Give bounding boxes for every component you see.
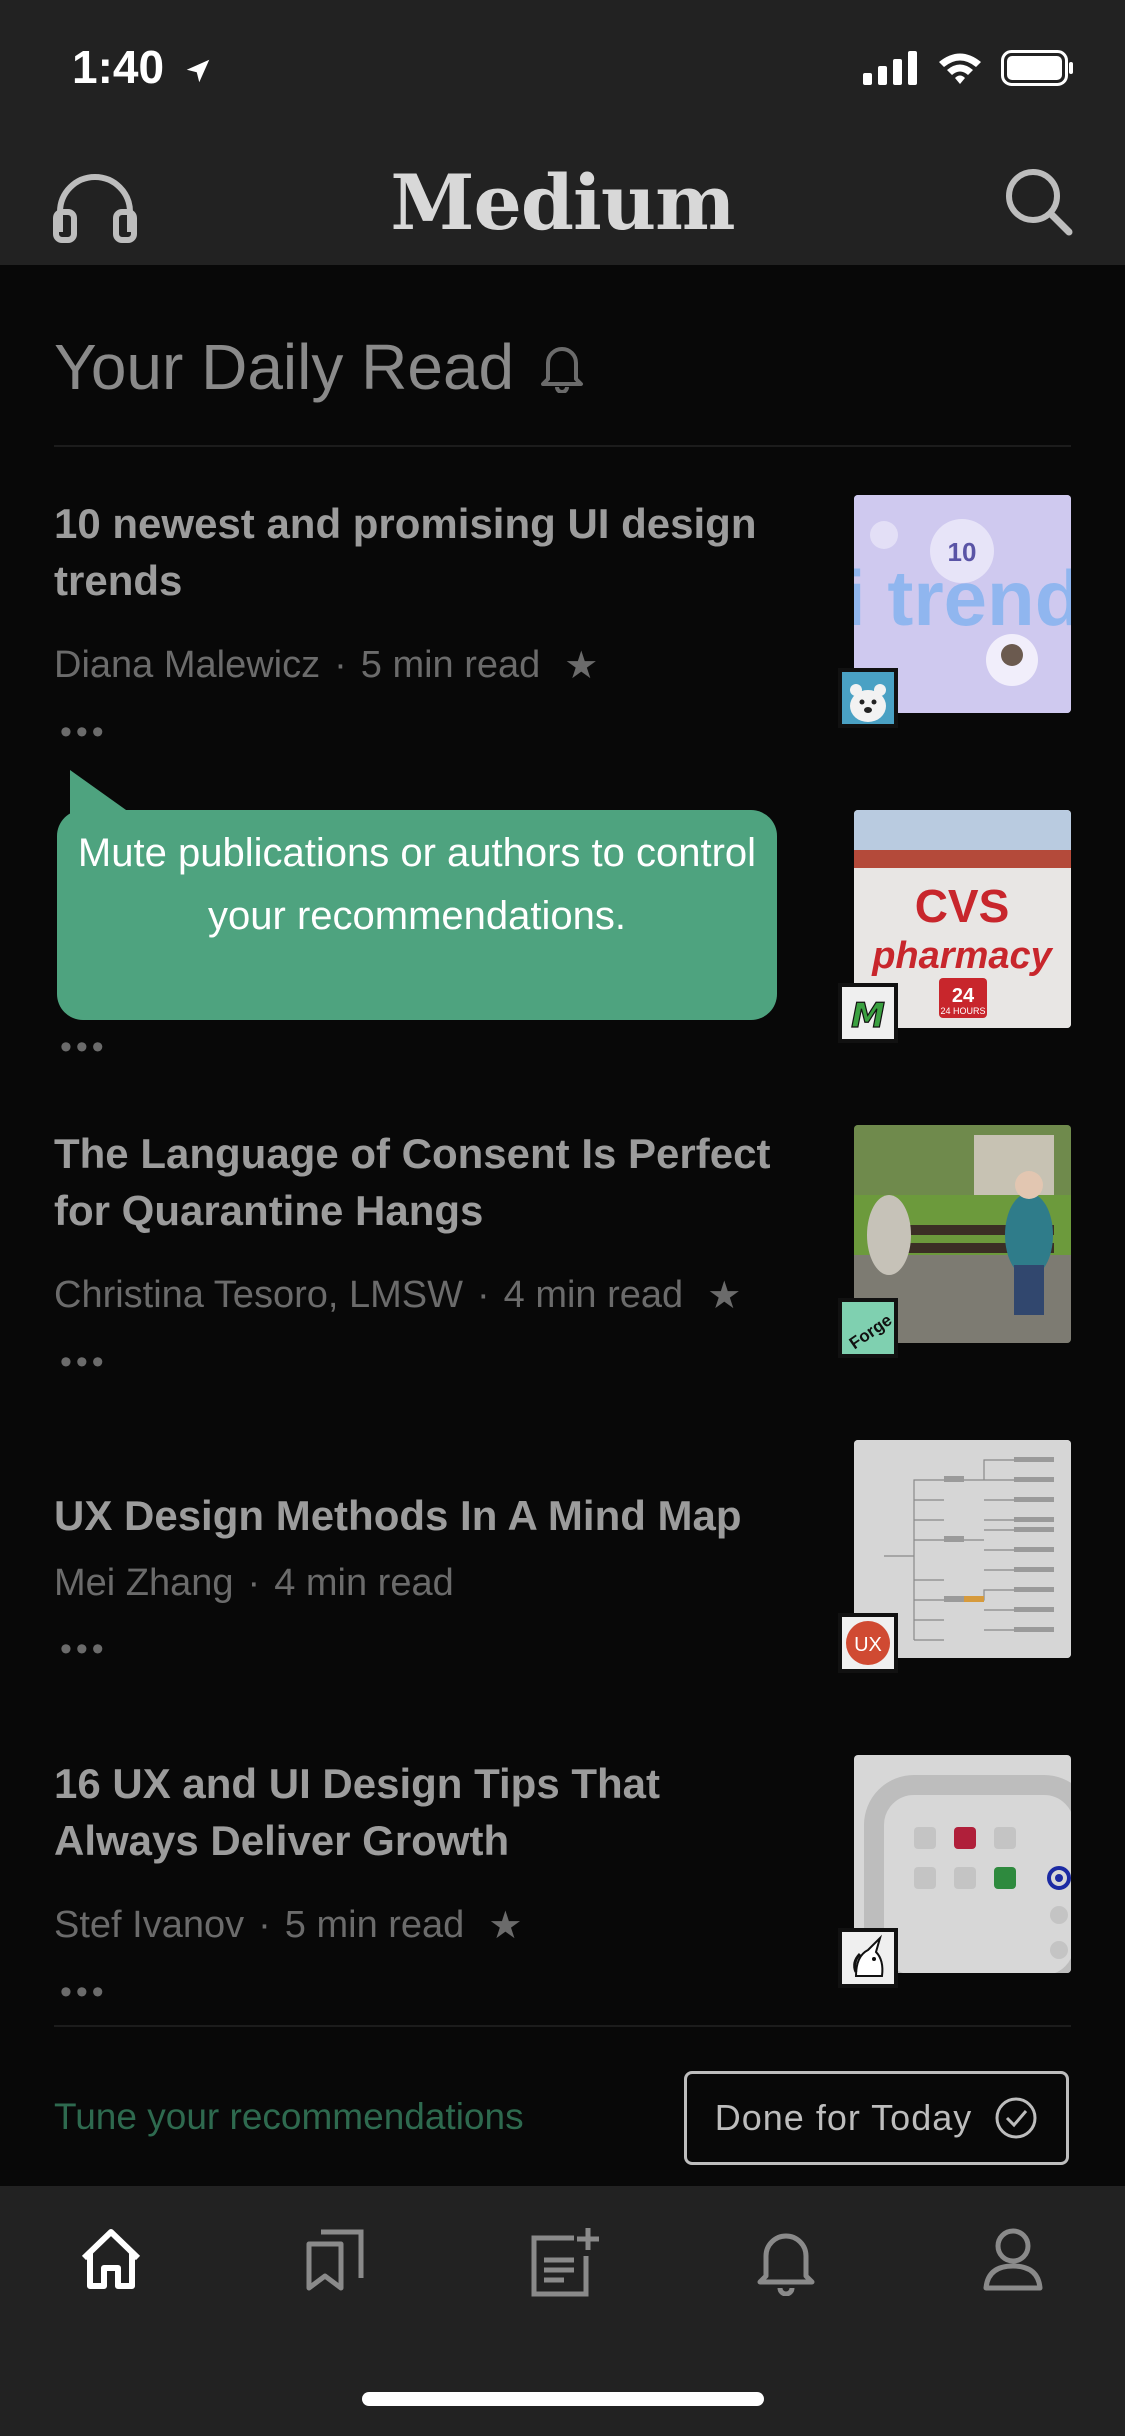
meta-separator: · <box>476 1274 490 1316</box>
article-title[interactable]: 10 newest and promising UI design trends <box>54 495 814 609</box>
publication-badge[interactable]: UX <box>838 1613 898 1673</box>
forge-logo: Forge <box>842 1302 894 1354</box>
svg-text:24: 24 <box>952 985 975 1007</box>
more-options-button[interactable]: ••• <box>60 1028 108 1067</box>
section-title: Your Daily Read <box>54 331 515 403</box>
svg-text:M: M <box>851 996 885 1036</box>
home-indicator[interactable] <box>362 2392 764 2406</box>
meta-separator: · <box>334 644 347 686</box>
done-label: Done for Today <box>714 2097 973 2138</box>
more-options-button[interactable]: ••• <box>60 1343 108 1382</box>
article-title[interactable]: 16 UX and UI Design Tips That Always Del… <box>54 1755 814 1869</box>
member-star-icon: ★ <box>564 645 599 687</box>
home-icon <box>81 2229 141 2289</box>
battery-icon <box>1001 50 1073 86</box>
signal-icon <box>863 51 917 85</box>
meta-separator: · <box>247 1562 261 1604</box>
done-for-today-button[interactable]: Done for Today <box>684 2071 1069 2165</box>
status-time: 1:40 <box>72 40 213 94</box>
status-bar: 1:40 <box>0 0 1125 140</box>
bookmarks-icon <box>306 2229 364 2291</box>
notifications-icon <box>757 2233 815 2297</box>
article-author[interactable]: Diana Malewicz <box>54 644 320 687</box>
tune-recommendations-link[interactable]: Tune your recommendations <box>54 2096 524 2138</box>
clock-text: 1:40 <box>72 41 165 93</box>
search-icon <box>1006 169 1073 236</box>
publication-badge[interactable]: M <box>838 983 898 1043</box>
article-meta: Christina Tesoro, LMSW · 4 min read ★ <box>54 1273 741 1318</box>
article-author[interactable]: Stef Ivanov <box>54 1904 244 1947</box>
svg-text:pharmacy: pharmacy <box>871 935 1053 977</box>
article-card[interactable]: 16 UX and UI Design Tips That Always Del… <box>54 1755 1071 2011</box>
tab-profile[interactable] <box>982 2226 1044 2297</box>
tab-notifications[interactable] <box>756 2226 816 2301</box>
tooltip-text: Mute publications or authors to control … <box>77 831 757 938</box>
medium-logo: Medium <box>390 158 735 247</box>
article-title[interactable]: UX Design Methods In A Mind Map <box>54 1487 814 1544</box>
article-author[interactable]: Christina Tesoro, LMSW <box>54 1274 463 1317</box>
new-story-icon <box>531 2228 599 2297</box>
top-nav-bar: Medium <box>0 140 1125 265</box>
article-read-time: 5 min read <box>284 1904 465 1946</box>
tab-new-story[interactable] <box>530 2226 600 2303</box>
bell-icon[interactable] <box>540 341 584 393</box>
svg-text:UX: UX <box>854 1634 882 1656</box>
member-star-icon: ★ <box>707 1275 742 1317</box>
location-arrow-icon <box>186 59 210 83</box>
more-options-button[interactable]: ••• <box>60 1973 108 2012</box>
check-circle-icon <box>995 2097 1037 2139</box>
more-options-button[interactable]: ••• <box>60 1630 108 1669</box>
tab-bookmarks[interactable] <box>305 2226 367 2297</box>
unicorn-icon <box>842 1932 894 1984</box>
publication-badge[interactable] <box>838 668 898 728</box>
wifi-icon <box>939 53 981 84</box>
status-icons <box>863 50 1075 86</box>
article-read-time: 5 min read <box>360 644 541 686</box>
m-publication-logo: M <box>842 987 894 1039</box>
polar-bear-icon <box>842 672 894 724</box>
section-divider <box>54 445 1071 447</box>
thumb-text: i trend <box>854 554 1071 642</box>
article-meta: Diana Malewicz · 5 min read ★ <box>54 643 598 688</box>
publication-badge[interactable]: Forge <box>838 1298 898 1358</box>
meta-separator: · <box>258 1904 271 1946</box>
article-card[interactable]: UX Design Methods In A Mind Map Mei Zhan… <box>54 1440 1071 1680</box>
article-card[interactable]: The Language of Consent Is Perfect for Q… <box>54 1125 1071 1381</box>
ux-collective-logo: UX <box>842 1617 894 1669</box>
mute-tooltip[interactable]: Mute publications or authors to control … <box>57 810 777 1020</box>
tab-home[interactable] <box>78 2226 144 2297</box>
publication-badge[interactable] <box>838 1928 898 1988</box>
member-star-icon: ★ <box>488 1905 523 1947</box>
daily-read-header: Your Daily Read <box>54 330 584 404</box>
article-title[interactable]: The Language of Consent Is Perfect for Q… <box>54 1125 814 1239</box>
svg-text:CVS: CVS <box>915 880 1010 932</box>
article-meta: Stef Ivanov · 5 min read ★ <box>54 1903 522 1948</box>
profile-icon <box>983 2228 1043 2291</box>
article-meta: Mei Zhang · 4 min read <box>54 1562 454 1605</box>
article-read-time: 4 min read <box>274 1562 454 1604</box>
article-card[interactable]: 10 newest and promising UI design trends… <box>54 495 1071 751</box>
footer-divider <box>54 2025 1071 2027</box>
search-button[interactable] <box>1003 164 1073 243</box>
more-options-button[interactable]: ••• <box>60 713 108 752</box>
article-author[interactable]: Mei Zhang <box>54 1562 234 1605</box>
article-read-time: 4 min read <box>503 1274 684 1316</box>
thumb-sub: 24 HOURS <box>940 1006 985 1016</box>
